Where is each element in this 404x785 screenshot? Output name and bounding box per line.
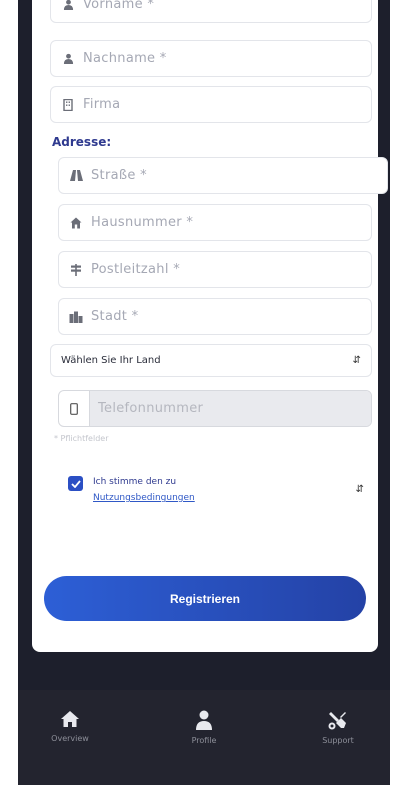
bottom-tab-bar: Overview Profile Support [18,690,390,785]
vorname-field[interactable]: Vorname * [50,0,372,23]
chevron-updown-icon: ⇵ [355,484,364,495]
tab-support-label: Support [322,736,354,745]
building-icon [61,98,75,112]
nachname-field[interactable]: Nachname * [50,40,372,77]
tab-overview-label: Overview [51,734,89,743]
select-chevron-icon: ⇵ [352,355,361,366]
phone-placeholder: Telefonnummer [90,391,371,426]
road-icon [69,169,83,183]
house-icon [69,216,83,230]
strasse-field[interactable]: Straße * [58,157,388,194]
postleitzahl-placeholder: Postleitzahl * [91,262,180,277]
terms-link[interactable]: Nutzungsbedingungen [93,493,195,503]
user-icon [164,710,244,730]
signpost-icon [69,263,83,277]
city-icon [69,310,83,324]
phone-field[interactable]: Telefonnummer [58,390,372,427]
tab-support[interactable]: Support [298,710,378,745]
country-select[interactable]: Wählen Sie Ihr Land ⇵ [50,344,372,377]
address-heading: Adresse: [52,135,112,149]
strasse-placeholder: Straße * [91,168,147,183]
nachname-placeholder: Nachname * [83,51,167,66]
user-icon [61,52,75,66]
stadt-placeholder: Stadt * [91,309,139,324]
tab-profile[interactable]: Profile [164,710,244,745]
hausnummer-placeholder: Hausnummer * [91,215,194,230]
firma-placeholder: Firma [83,97,121,112]
country-select-value: Wählen Sie Ihr Land [61,355,161,366]
firma-field[interactable]: Firma [50,86,372,123]
postleitzahl-field[interactable]: Postleitzahl * [58,251,372,288]
hausnummer-field[interactable]: Hausnummer * [58,204,372,241]
tab-profile-label: Profile [191,736,217,745]
stadt-field[interactable]: Stadt * [58,298,372,335]
register-button[interactable]: Registrieren [44,576,366,621]
vorname-placeholder: Vorname * [83,0,155,12]
home-icon [30,710,110,728]
tab-overview[interactable]: Overview [30,710,110,743]
tools-icon [298,710,378,730]
terms-row: Ich stimme den zu Nutzungsbedingungen ⇵ [68,474,374,514]
terms-text: Ich stimme den zu [93,477,177,487]
registration-card: Vorname * Nachname * Firma Adresse: Stra… [32,0,388,652]
app-frame: Vorname * Nachname * Firma Adresse: Stra… [18,0,390,785]
phone-icon [59,391,90,426]
terms-checkbox[interactable] [68,476,83,491]
required-fields-note: * Pflichtfelder [54,434,109,443]
user-icon [61,0,75,12]
